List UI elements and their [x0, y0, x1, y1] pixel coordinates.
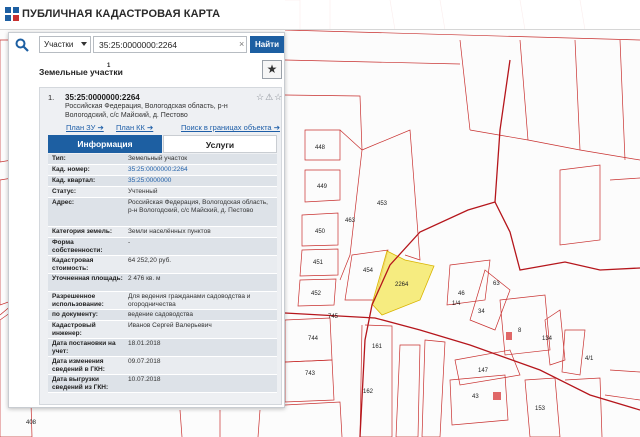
chevron-down-icon [81, 42, 87, 46]
app-title: ПУБЛИЧНАЯ КАДАСТРОВАЯ КАРТА [22, 8, 221, 20]
parcel-label: 451 [313, 260, 324, 266]
info-row-status: Статус: Учтенный [48, 187, 277, 198]
parcel-label: 43 [472, 394, 479, 400]
info-label: Кад. номер: [52, 166, 90, 173]
search-icon[interactable] [15, 38, 29, 52]
search-bar: Участки 35:25:0000000:2264 × Найти [9, 33, 286, 57]
parcel-label: 2264 [395, 282, 409, 288]
info-label: Уточненная площадь: [52, 275, 123, 282]
parcel-label: 408 [26, 420, 37, 426]
object-type-label: Участки [44, 40, 74, 49]
search-input[interactable]: 35:25:0000000:2264 [93, 36, 247, 53]
search-panel: Участки 35:25:0000000:2264 × Найти Земел… [8, 32, 285, 408]
favorite-star-button[interactable]: ★ [262, 60, 282, 79]
parcel-label: 34 [478, 309, 485, 315]
info-row-ownership: Форма собственности: - [48, 238, 277, 256]
info-label: Дата изменения сведений в ГКН: [52, 358, 105, 373]
building [493, 392, 501, 400]
info-label: Тип: [52, 155, 66, 162]
info-label: Дата выгрузки сведений из ГКН: [52, 376, 109, 391]
parcel-label: 63 [493, 281, 500, 287]
parcel-label: 745 [328, 314, 339, 320]
parcel-label: 454 [363, 268, 374, 274]
info-value: - [128, 239, 131, 246]
results-count: 1 [107, 63, 111, 69]
plan-kk-link[interactable]: План КК ➔ [116, 123, 153, 132]
info-value: ведение садоводства [128, 311, 194, 318]
info-row-registration-date: Дата постановки на учет: 18.01.2018 [48, 339, 277, 357]
info-table: Тип: Земельный участок Кад. номер: 35:25… [48, 154, 277, 393]
info-label: Разрешенное использование: [52, 293, 104, 308]
info-row-permitted-use: Разрешенное использование: Для ведения г… [48, 292, 277, 310]
info-tabs: Информация Услуги [48, 135, 277, 153]
info-row-export-date: Дата выгрузки сведений из ГКН: 10.07.201… [48, 375, 277, 393]
info-label: Кадастровый инженер: [52, 322, 96, 337]
info-value: Иванов Сергей Валерьевич [128, 322, 212, 329]
building [506, 332, 512, 340]
parcel-label: 1/4 [452, 301, 461, 307]
info-value: 10.07.2018 [128, 376, 161, 383]
result-action-icons[interactable]: ☆⚠☆ [256, 92, 283, 103]
tab-information[interactable]: Информация [48, 135, 162, 153]
info-value: Для ведения гражданами садоводства и ого… [128, 293, 251, 308]
results-header: Земельные участки 1 [9, 59, 286, 85]
parcel-label: 153 [535, 406, 546, 412]
parcel-label: 449 [317, 184, 328, 190]
parcel-label: 452 [311, 291, 322, 297]
info-row-address: Адрес: Российская Федерация, Вологодская… [48, 198, 277, 227]
info-label: Адрес: [52, 199, 75, 206]
info-row-by-document: по документу: ведение садоводства [48, 310, 277, 321]
top-bar: ПУБЛИЧНАЯ КАДАСТРОВАЯ КАРТА [0, 0, 640, 30]
info-label: Статус: [52, 188, 77, 195]
info-value: Учтенный [128, 188, 158, 195]
info-row-cad-quarter: Кад. квартал: 35:25:0000000 [48, 176, 277, 187]
info-row-cad-value: Кадастровая стоимость: 64 252,20 руб. [48, 256, 277, 274]
parcel-label: 743 [305, 371, 316, 377]
parcel-label: 147 [478, 368, 489, 374]
info-row-area: Уточненная площадь: 2 476 кв. м [48, 274, 277, 292]
info-value: 18.01.2018 [128, 340, 161, 347]
parcel-label: 4/1 [585, 356, 594, 362]
parcel-label: 46 [458, 291, 465, 297]
parcel-label: 448 [315, 145, 326, 151]
parcel-label: 450 [315, 229, 326, 235]
info-label: Категория земель: [52, 228, 113, 235]
info-value: Земли населённых пунктов [128, 228, 211, 235]
parcel-label: 134 [542, 336, 553, 342]
info-value-link[interactable]: 35:25:0000000:2264 [128, 166, 274, 174]
result-address: Российская Федерация, Вологодская област… [65, 103, 228, 119]
rosreestr-logo-icon[interactable] [5, 7, 19, 21]
info-row-engineer: Кадастровый инженер: Иванов Сергей Валер… [48, 321, 277, 339]
info-label: Кадастровая стоимость: [52, 257, 94, 272]
result-cad-number[interactable]: 35:25:0000000:2264 [65, 93, 140, 102]
info-row-cad-number: Кад. номер: 35:25:0000000:2264 [48, 165, 277, 176]
info-row-land-category: Категория земель: Земли населённых пункт… [48, 227, 277, 238]
result-index: 1. [48, 93, 55, 102]
info-value: Российская Федерация, Вологодская област… [128, 199, 268, 214]
parcel-label: 162 [363, 389, 374, 395]
tab-services[interactable]: Услуги [163, 135, 277, 153]
info-value-link[interactable]: 35:25:0000000 [128, 177, 274, 185]
result-card: 1. 35:25:0000000:2264 ☆⚠☆ Российская Фед… [39, 87, 282, 405]
result-links: План ЗУ ➔ План КК ➔ Поиск в границах объ… [66, 123, 281, 133]
parcel-label: 463 [345, 218, 356, 224]
parcel-label: 161 [372, 344, 383, 350]
info-value: 64 252,20 руб. [128, 257, 172, 264]
info-label: по документу: [52, 311, 98, 318]
find-button[interactable]: Найти [250, 36, 284, 53]
parcel-label: 744 [308, 336, 319, 342]
info-label: Дата постановки на учет: [52, 340, 116, 355]
object-type-select[interactable]: Участки [39, 36, 91, 53]
info-value: Земельный участок [128, 155, 188, 162]
parcel-label: 453 [377, 201, 388, 207]
info-label: Кад. квартал: [52, 177, 96, 184]
plan-zu-link[interactable]: План ЗУ ➔ [66, 123, 104, 132]
info-value: 09.07.2018 [128, 358, 161, 365]
info-row-change-date: Дата изменения сведений в ГКН: 09.07.201… [48, 357, 277, 375]
info-value: 2 476 кв. м [128, 275, 161, 282]
clear-icon[interactable]: × [239, 39, 244, 49]
search-in-bounds-link[interactable]: Поиск в границах объекта ➔ [181, 123, 280, 132]
info-label: Форма собственности: [52, 239, 103, 254]
info-row-type: Тип: Земельный участок [48, 154, 277, 165]
